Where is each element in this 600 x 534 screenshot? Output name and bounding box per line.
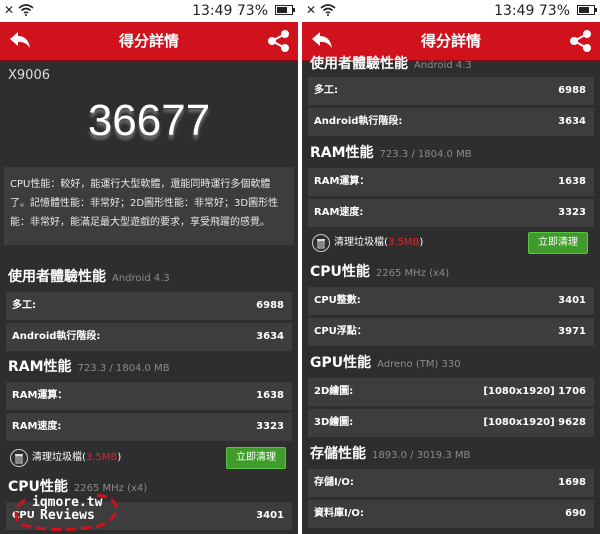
section-ram: RAM性能 723.3 / 1804.0 MB bbox=[8, 359, 170, 375]
section-gpu: GPU性能 Adreno (TM) 330 bbox=[310, 355, 461, 371]
page-title: 得分詳情 bbox=[118, 32, 179, 50]
section-ux: 使用者體驗性能 Android 4.3 bbox=[8, 269, 170, 285]
status-bar: ✕ 13:49 73% bbox=[302, 0, 600, 22]
status-time-battery: 13:49 73% bbox=[494, 3, 570, 19]
score-row: 多工: 6988 bbox=[308, 77, 594, 105]
app-bar: 得分詳情 bbox=[0, 22, 298, 61]
trash-icon bbox=[10, 449, 28, 467]
page-title: 得分詳情 bbox=[420, 32, 481, 50]
trash-icon bbox=[312, 234, 330, 252]
share-icon[interactable] bbox=[266, 28, 292, 54]
clean-junk-label: 清理垃圾檔(3.5MB) bbox=[334, 237, 424, 248]
wifi-icon bbox=[18, 4, 34, 16]
score-row: 3D繪圖: [1080x1920] 9628 bbox=[308, 409, 594, 437]
total-score: 36677 bbox=[87, 96, 211, 145]
close-icon: ✕ bbox=[306, 3, 317, 17]
score-row: 存儲I/O: 1698 bbox=[308, 469, 594, 497]
left-screen: ✕ 13:49 73% 得分詳情 X9006 36677 CPU性能：較好，能運… bbox=[0, 0, 298, 534]
battery-icon bbox=[577, 5, 597, 15]
score-row: RAM速度: 3323 bbox=[6, 413, 292, 441]
clean-now-button[interactable]: 立即清理 bbox=[226, 447, 286, 469]
section-storage: 存儲性能 1893.0 / 3019.3 MB bbox=[310, 446, 471, 462]
device-name: X9006 bbox=[8, 68, 50, 83]
clean-junk-row: 清理垃圾檔(3.5MB) 立即清理 bbox=[6, 444, 292, 472]
score-row: 資料庫I/O: 690 bbox=[308, 500, 594, 528]
clean-junk-row: 清理垃圾檔(3.5MB) 立即清理 bbox=[308, 229, 594, 257]
section-ram: RAM性能 723.3 / 1804.0 MB bbox=[310, 145, 472, 161]
score-row: CPU浮點： 3971 bbox=[308, 318, 594, 346]
score-row: RAM運算： 1638 bbox=[308, 168, 594, 196]
watermark-line-2: Reviews bbox=[40, 508, 95, 523]
share-icon[interactable] bbox=[568, 28, 594, 54]
score-row: 2D繪圖: [1080x1920] 1706 bbox=[308, 378, 594, 406]
score-row: RAM運算： 1638 bbox=[6, 382, 292, 410]
clean-junk-label: 清理垃圾檔(3.5MB) bbox=[32, 452, 122, 463]
right-screen: ✕ 13:49 73% 得分詳情 使用者體驗性能 Android 4.3 多工: 6… bbox=[302, 0, 600, 534]
score-row: CPU整數: 3401 bbox=[308, 287, 594, 315]
battery-fill bbox=[579, 7, 590, 13]
performance-description: CPU性能：較好，能運行大型軟體，還能同時運行多個軟體了。記憶體性能：非常好；2… bbox=[4, 167, 294, 245]
clean-now-button[interactable]: 立即清理 bbox=[528, 232, 588, 254]
score-row: RAM速度: 3323 bbox=[308, 199, 594, 227]
battery-fill bbox=[277, 7, 288, 13]
close-icon: ✕ bbox=[4, 3, 15, 17]
section-cpu: CPU性能 2265 MHz (x4) bbox=[310, 264, 450, 280]
battery-icon bbox=[275, 5, 295, 15]
status-time-battery: 13:49 73% bbox=[192, 3, 268, 19]
watermark: iqmore.tw Reviews bbox=[10, 492, 120, 532]
score-row: Android執行階段: 3634 bbox=[6, 323, 292, 351]
score-row: Android執行階段: 3634 bbox=[308, 108, 594, 136]
section-ux: 使用者體驗性能 Android 4.3 bbox=[310, 56, 472, 72]
wifi-icon bbox=[320, 4, 336, 16]
status-bar: ✕ 13:49 73% bbox=[0, 0, 298, 22]
score-row: 多工: 6988 bbox=[6, 292, 292, 320]
